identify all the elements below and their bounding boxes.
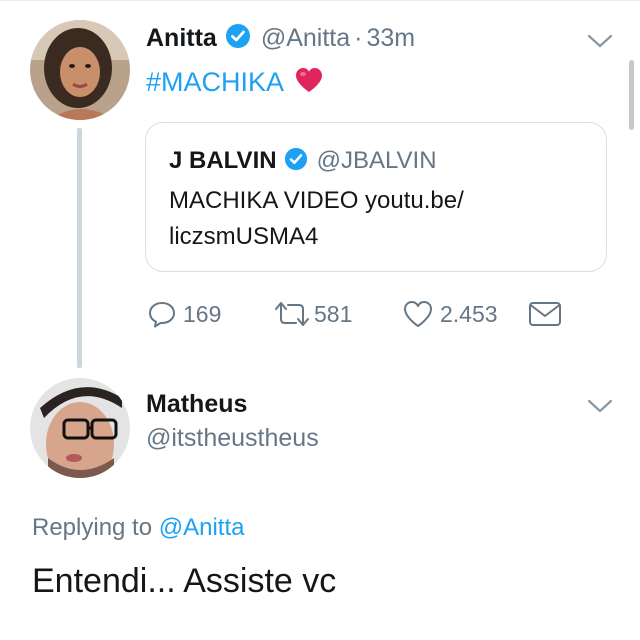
- scrollbar[interactable]: [629, 60, 634, 130]
- replying-to-line: Replying to @Anitta: [32, 514, 244, 542]
- reply-icon: [149, 302, 175, 328]
- tweet-time-separator: ·: [354, 23, 363, 52]
- reply-author-name[interactable]: Matheus: [146, 390, 247, 419]
- reply-text: Entendi... Assiste vc: [32, 562, 337, 600]
- replying-to-prefix: Replying to: [32, 514, 153, 541]
- tweet-text: #MACHIKA: [146, 64, 324, 100]
- hashtag-link[interactable]: #MACHIKA: [146, 67, 284, 98]
- reply-button[interactable]: 169: [147, 298, 221, 330]
- like-button[interactable]: 2.453: [402, 298, 498, 330]
- chevron-down-icon[interactable]: [587, 398, 613, 414]
- tweet-author-name[interactable]: Anitta: [146, 24, 217, 53]
- verified-badge-icon: [225, 23, 251, 54]
- anitta-avatar[interactable]: [30, 20, 130, 120]
- tweet-header: Anitta @Anitta · 33m: [146, 20, 415, 56]
- retweet-button[interactable]: 581: [272, 298, 352, 330]
- quoted-author-handle: @JBALVIN: [316, 147, 437, 174]
- top-divider: [0, 0, 640, 1]
- thread-connector-line: [77, 128, 82, 368]
- tweet-author-handle[interactable]: @Anitta: [261, 24, 350, 53]
- retweet-count: 581: [314, 300, 353, 327]
- retweet-icon: [275, 302, 309, 326]
- tweet-timestamp[interactable]: 33m: [366, 24, 415, 53]
- verified-badge-icon: [284, 147, 308, 176]
- replying-to-mention[interactable]: @Anitta: [159, 514, 245, 541]
- quoted-tweet-text: MACHIKA VIDEO youtu.be/ liczsmUSMA4: [169, 187, 464, 250]
- reply-author-handle[interactable]: @itstheustheus: [146, 424, 319, 453]
- matheus-avatar[interactable]: [30, 378, 130, 478]
- quoted-tweet-card[interactable]: J BALVIN @JBALVIN MACHIKA VIDEO youtu.be…: [145, 122, 607, 272]
- quoted-author-name: J BALVIN: [169, 147, 277, 174]
- heart-emoji-icon: [294, 66, 324, 99]
- chevron-down-icon[interactable]: [587, 33, 613, 49]
- direct-message-icon[interactable]: [528, 300, 562, 328]
- reply-count: 169: [183, 300, 222, 327]
- quoted-tweet-header: J BALVIN @JBALVIN: [169, 145, 437, 177]
- like-count: 2.453: [440, 300, 498, 327]
- like-icon: [404, 301, 432, 327]
